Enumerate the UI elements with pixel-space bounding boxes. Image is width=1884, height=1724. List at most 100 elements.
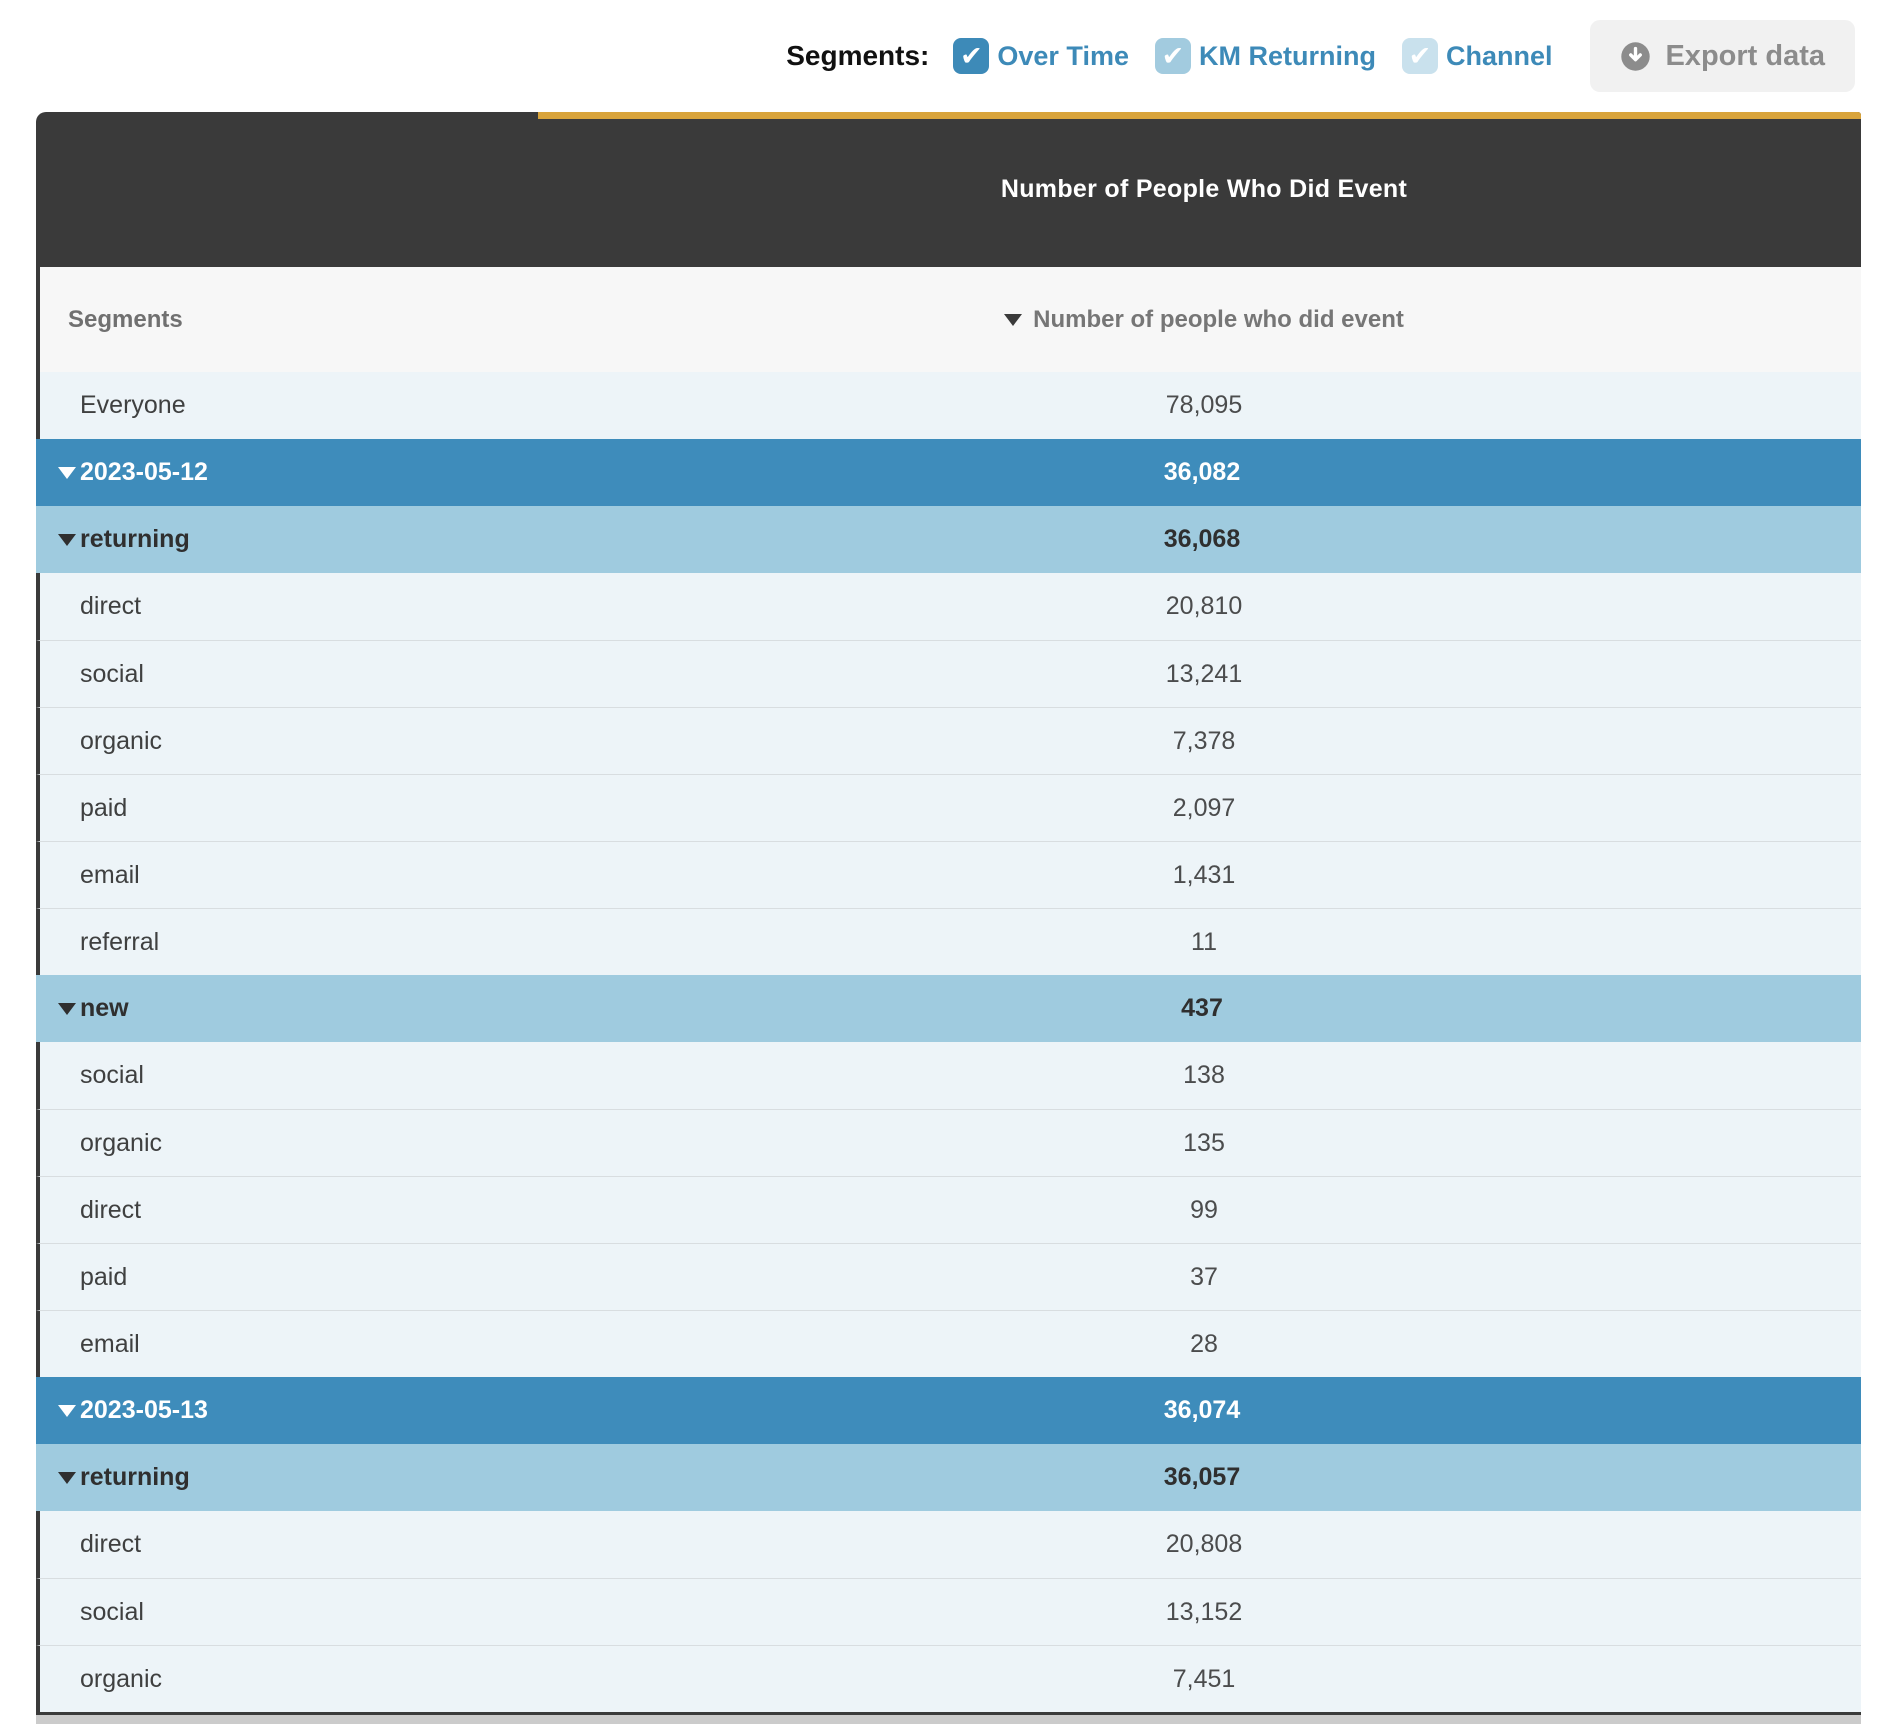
- checkbox-label[interactable]: Channel: [1446, 41, 1553, 72]
- table-row[interactable]: returning 36,068: [36, 506, 1861, 573]
- row-value: 36,082: [1164, 458, 1240, 487]
- table-header-row: Segments Number of people who did event: [36, 267, 1861, 372]
- checkbox-icon[interactable]: ✔: [1155, 38, 1191, 74]
- table-row: paid 37: [36, 1243, 1861, 1310]
- row-segment-cell: social: [40, 1061, 547, 1090]
- checkbox-km-returning[interactable]: ✔ KM Returning: [1155, 38, 1376, 74]
- collapse-triangle-icon[interactable]: [58, 1472, 76, 1484]
- checkbox-icon[interactable]: ✔: [1402, 38, 1438, 74]
- table-row: organic 7,451: [36, 1645, 1861, 1712]
- collapse-triangle-icon[interactable]: [58, 534, 76, 546]
- row-value-cell: 99: [547, 1196, 1861, 1225]
- row-value: 78,095: [1166, 391, 1242, 420]
- table-row[interactable]: 2023-05-12 36,082: [36, 439, 1861, 506]
- row-value-cell: 36,082: [543, 458, 1861, 487]
- row-segment-cell: social: [40, 1598, 547, 1627]
- value-column-sort-header[interactable]: Number of people who did event: [1004, 306, 1404, 334]
- table-row: direct 20,808: [36, 1511, 1861, 1578]
- panel-title: Number of People Who Did Event: [547, 112, 1861, 267]
- row-value-cell: 138: [547, 1061, 1861, 1090]
- table-row[interactable]: 2023-05-13 36,074: [36, 1377, 1861, 1444]
- row-label: direct: [80, 1196, 141, 1224]
- row-value: 37: [1190, 1263, 1218, 1292]
- row-label: returning: [80, 1463, 190, 1491]
- download-circle-icon: [1620, 41, 1651, 72]
- row-value: 138: [1183, 1061, 1225, 1090]
- row-value-cell: 20,810: [547, 592, 1861, 621]
- table-row: social 13,241: [36, 640, 1861, 707]
- row-label: referral: [80, 928, 159, 956]
- table-row: referral 11: [36, 908, 1861, 975]
- row-value: 1,431: [1173, 861, 1236, 890]
- collapse-triangle-icon[interactable]: [58, 467, 76, 479]
- row-segment-cell: 2023-05-13: [36, 1396, 543, 1425]
- horizontal-scrollbar[interactable]: [36, 1712, 1861, 1724]
- row-value: 135: [1183, 1129, 1225, 1158]
- row-value-cell: 36,068: [543, 525, 1861, 554]
- row-label: paid: [80, 794, 127, 822]
- row-label: organic: [80, 1129, 162, 1157]
- row-segment-cell: email: [40, 861, 547, 890]
- row-value: 13,241: [1166, 660, 1242, 689]
- row-label: Everyone: [80, 391, 186, 419]
- row-value: 28: [1190, 1330, 1218, 1359]
- checkbox-channel[interactable]: ✔ Channel: [1402, 38, 1553, 74]
- segments-column-header: Segments: [40, 306, 547, 334]
- row-segment-cell: direct: [40, 592, 547, 621]
- table-row: direct 20,810: [36, 573, 1861, 640]
- row-label: email: [80, 861, 140, 889]
- row-value: 20,810: [1166, 592, 1242, 621]
- row-label: new: [80, 994, 129, 1022]
- row-value-cell: 20,808: [547, 1530, 1861, 1559]
- row-value: 36,057: [1164, 1463, 1240, 1492]
- row-value: 99: [1190, 1196, 1218, 1225]
- row-label: direct: [80, 1530, 141, 1558]
- table-body: Everyone 78,095 2023-05-12 36,082 return…: [36, 372, 1861, 1712]
- sort-triangle-down-icon: [1004, 314, 1022, 326]
- row-segment-cell: direct: [40, 1530, 547, 1559]
- table-row: organic 7,378: [36, 707, 1861, 774]
- row-value-cell: 13,152: [547, 1598, 1861, 1627]
- row-value: 7,378: [1173, 727, 1236, 756]
- row-segment-cell: returning: [36, 1463, 543, 1492]
- row-value-cell: 11: [547, 928, 1861, 957]
- table-row: social 13,152: [36, 1578, 1861, 1645]
- row-label: direct: [80, 592, 141, 620]
- checkbox-icon[interactable]: ✔: [953, 38, 989, 74]
- table-row: email 1,431: [36, 841, 1861, 908]
- row-label: paid: [80, 1263, 127, 1291]
- row-value-cell: 1,431: [547, 861, 1861, 890]
- report-panel: Number of People Who Did Event Segments …: [36, 112, 1861, 1724]
- row-label: email: [80, 1330, 140, 1358]
- row-label: organic: [80, 1665, 162, 1693]
- table-row[interactable]: new 437: [36, 975, 1861, 1042]
- row-label: organic: [80, 727, 162, 755]
- collapse-triangle-icon[interactable]: [58, 1405, 76, 1417]
- row-segment-cell: returning: [36, 525, 543, 554]
- export-data-label: Export data: [1665, 40, 1825, 73]
- row-segment-cell: paid: [40, 1263, 547, 1292]
- row-segment-cell: email: [40, 1330, 547, 1359]
- panel-header: Number of People Who Did Event: [36, 112, 1861, 267]
- checkbox-label[interactable]: Over Time: [997, 41, 1129, 72]
- row-segment-cell: organic: [40, 727, 547, 756]
- value-column-label: Number of people who did event: [1033, 306, 1404, 334]
- row-label: 2023-05-13: [80, 1396, 208, 1424]
- collapse-triangle-icon[interactable]: [58, 1003, 76, 1015]
- row-segment-cell: organic: [40, 1665, 547, 1694]
- checkbox-label[interactable]: KM Returning: [1199, 41, 1376, 72]
- row-segment-cell: 2023-05-12: [36, 458, 543, 487]
- table-row: email 28: [36, 1310, 1861, 1377]
- row-value-cell: 37: [547, 1263, 1861, 1292]
- export-data-button[interactable]: Export data: [1590, 20, 1855, 92]
- table-row: paid 2,097: [36, 774, 1861, 841]
- table-row: social 138: [36, 1042, 1861, 1109]
- row-segment-cell: organic: [40, 1129, 547, 1158]
- row-value-cell: 36,074: [543, 1396, 1861, 1425]
- table-row[interactable]: returning 36,057: [36, 1444, 1861, 1511]
- row-value-cell: 437: [543, 994, 1861, 1023]
- row-segment-cell: social: [40, 660, 547, 689]
- checkbox-over-time[interactable]: ✔ Over Time: [953, 38, 1129, 74]
- row-segment-cell: referral: [40, 928, 547, 957]
- row-value-cell: 78,095: [547, 391, 1861, 420]
